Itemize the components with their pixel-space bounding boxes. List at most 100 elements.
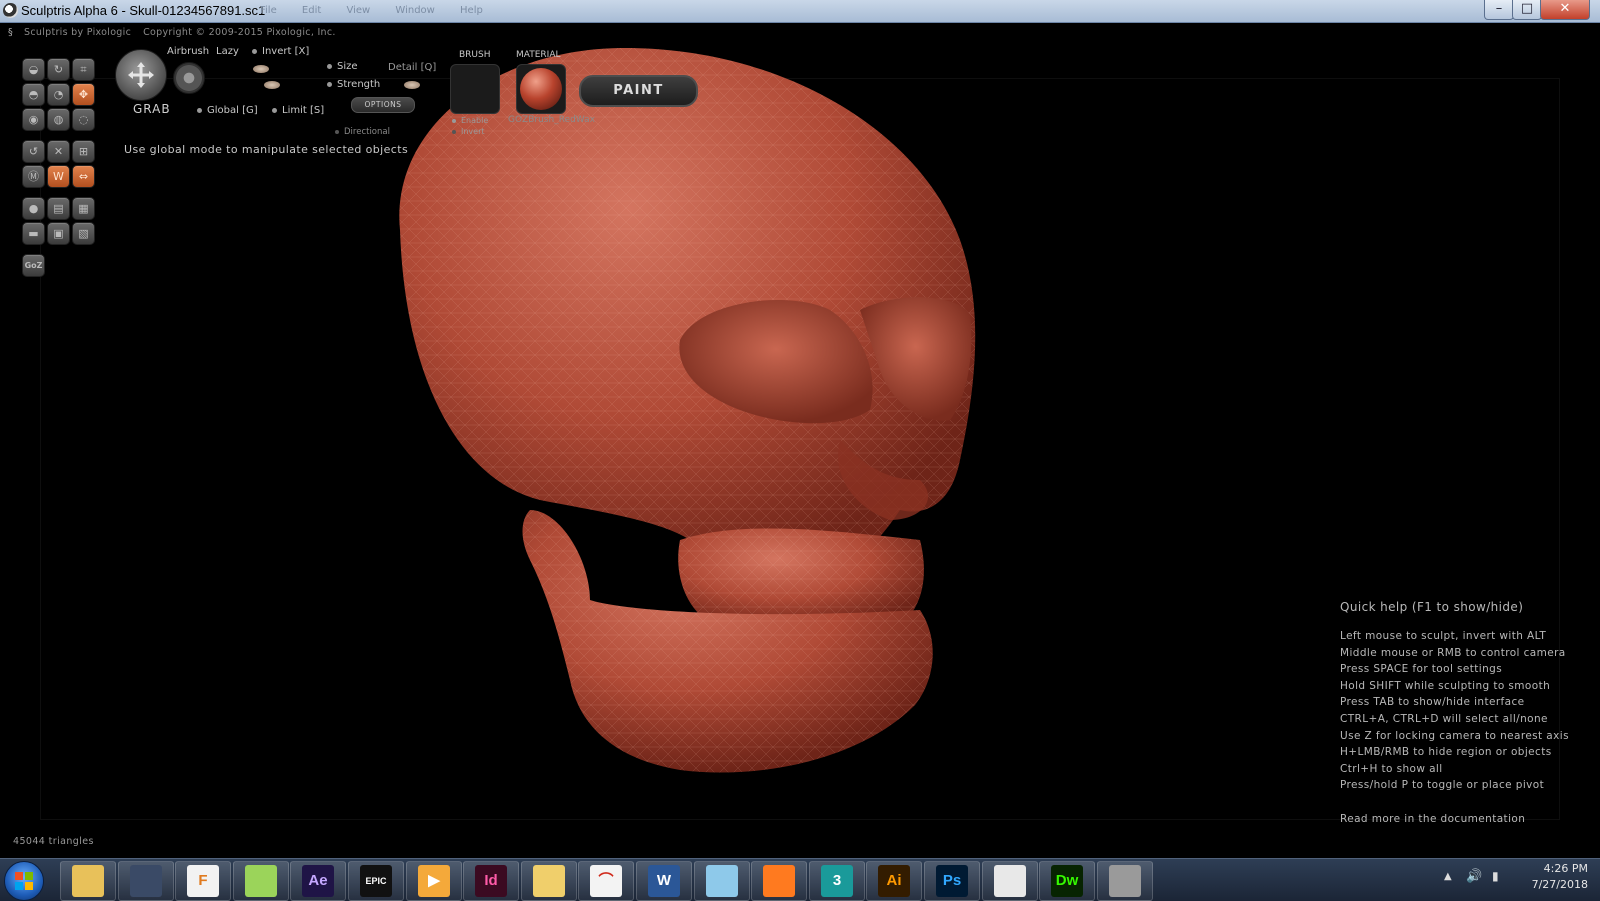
mirror-tool-button[interactable]: W bbox=[47, 165, 70, 188]
taskbar-app-button[interactable]: Dw bbox=[1039, 861, 1095, 901]
draw-tool-button[interactable]: ◒ bbox=[22, 58, 45, 81]
menu-file[interactable]: File bbox=[260, 5, 277, 16]
sphere-tool-button[interactable]: ● bbox=[22, 197, 45, 220]
taskbar-app-button[interactable]: W bbox=[636, 861, 692, 901]
taskbar-app-button[interactable]: Ps bbox=[924, 861, 980, 901]
lazy-dial[interactable] bbox=[173, 62, 205, 94]
material-name: GOZBrush_RedWax bbox=[508, 115, 595, 125]
taskbar-app-button[interactable]: Ae bbox=[290, 861, 346, 901]
menu-edit[interactable]: Edit bbox=[302, 5, 321, 16]
taskbar-clock[interactable]: 4:26 PM 7/27/2018 bbox=[1508, 861, 1588, 893]
quick-help-line: CTRL+A, CTRL+D will select all/none bbox=[1340, 712, 1548, 725]
ps-icon: Ps bbox=[936, 865, 968, 897]
sculptris-app-icon[interactable] bbox=[3, 3, 18, 18]
save-tool-button[interactable]: ▤ bbox=[47, 197, 70, 220]
taskbar-app-button[interactable]: ▶ bbox=[406, 861, 462, 901]
minimize-button[interactable]: – bbox=[1484, 0, 1514, 20]
mask-tool-button[interactable]: Ⓜ bbox=[22, 165, 45, 188]
wireframe-tool-button[interactable]: ✕ bbox=[47, 140, 70, 163]
brush-alpha-swatch[interactable] bbox=[450, 64, 500, 114]
invert-radio-icon bbox=[252, 48, 257, 54]
taskbar-app-button[interactable] bbox=[1097, 861, 1153, 901]
taskbar-app-button[interactable]: F bbox=[175, 861, 231, 901]
quick-help-line: Middle mouse or RMB to control camera bbox=[1340, 646, 1566, 659]
goz-button[interactable]: GoZ bbox=[22, 254, 45, 277]
detail-slider-knob[interactable] bbox=[404, 81, 420, 89]
flatten-tool-button[interactable]: ◉ bbox=[22, 108, 45, 131]
quick-help-line: Press SPACE for tool settings bbox=[1340, 663, 1503, 676]
documentation-link[interactable]: Read more in the documentation bbox=[1340, 813, 1590, 825]
window-title: Sculptris Alpha 6 - Skull-01234567891.sc… bbox=[21, 3, 266, 18]
brush-enable-toggle[interactable]: Enable bbox=[452, 116, 488, 125]
airbrush-label[interactable]: Airbrush bbox=[167, 46, 209, 57]
menu-help[interactable]: Help bbox=[460, 5, 483, 16]
global-toggle[interactable]: Global [G] bbox=[197, 105, 258, 116]
export-tool-button[interactable]: ▧ bbox=[72, 222, 95, 245]
epic-icon: EPIC bbox=[360, 865, 392, 897]
taskbar-app-button[interactable] bbox=[694, 861, 750, 901]
paint-button[interactable]: PAINT bbox=[579, 75, 698, 107]
taskbar-app-button[interactable] bbox=[60, 861, 116, 901]
brush-invert-toggle[interactable]: Invert bbox=[452, 127, 485, 136]
close-button[interactable]: ✕ bbox=[1540, 0, 1590, 20]
maximize-button[interactable]: □ bbox=[1512, 0, 1542, 20]
pixologic-logo-icon: § bbox=[8, 27, 14, 38]
f-icon: F bbox=[187, 865, 219, 897]
tray-expand-icon[interactable]: ▲ bbox=[1444, 871, 1452, 882]
crease-tool-button[interactable]: ◍ bbox=[47, 108, 70, 131]
chrome-icon bbox=[994, 865, 1026, 897]
smooth-tool-button[interactable]: ◌ bbox=[72, 108, 95, 131]
inflate-tool-button[interactable]: ◓ bbox=[22, 83, 45, 106]
taskbar-app-button[interactable]: 3 bbox=[809, 861, 865, 901]
quick-help-line: Press/hold P to toggle or place pivot bbox=[1340, 779, 1545, 792]
taskbar-app-button[interactable]: EPIC bbox=[348, 861, 404, 901]
network-icon[interactable]: ▮ bbox=[1492, 869, 1499, 883]
quick-help-line: Left mouse to sculpt, invert with ALT bbox=[1340, 630, 1547, 642]
taskbar-app-button[interactable] bbox=[982, 861, 1038, 901]
taskbar-app-button[interactable]: ⌒ bbox=[578, 861, 634, 901]
grab-tool-icon[interactable] bbox=[115, 49, 167, 101]
quick-help-line: Ctrl+H to show all bbox=[1340, 762, 1443, 775]
symmetry-tool-button[interactable]: ↺ bbox=[22, 140, 45, 163]
detail-label[interactable]: Detail [Q] bbox=[388, 62, 436, 73]
quick-help-title: Quick help (F1 to show/hide) bbox=[1340, 600, 1524, 614]
app-header: § Sculptris by Pixologic Copyright © 2009-… bbox=[8, 27, 336, 39]
size-slider-knob[interactable] bbox=[253, 65, 269, 73]
volume-icon[interactable]: 🔊 bbox=[1466, 869, 1482, 884]
plane-tool-button[interactable]: ▬ bbox=[22, 222, 45, 245]
taskbar-app-button[interactable] bbox=[751, 861, 807, 901]
global-radio-icon bbox=[197, 107, 202, 113]
reduce-tool-button[interactable]: ⇔ bbox=[72, 165, 95, 188]
taskbar-app-button[interactable]: Ai bbox=[866, 861, 922, 901]
strength-slider-knob[interactable] bbox=[264, 81, 280, 89]
photos-icon bbox=[706, 865, 738, 897]
pinch-tool-button[interactable]: ◔ bbox=[47, 83, 70, 106]
grid-tool-button[interactable]: ⊞ bbox=[72, 140, 95, 163]
taskbar-app-button[interactable]: Id bbox=[463, 861, 519, 901]
grab-tool-button[interactable]: ✥ bbox=[72, 83, 95, 106]
skull-sculpt-mesh[interactable] bbox=[360, 40, 1000, 780]
menu-view[interactable]: View bbox=[346, 5, 370, 16]
directional-toggle[interactable]: Directional bbox=[335, 127, 390, 137]
limit-toggle[interactable]: Limit [S] bbox=[272, 105, 324, 116]
open-tool-button[interactable]: ▣ bbox=[47, 222, 70, 245]
size-radio-icon bbox=[327, 63, 332, 69]
scale-tool-button[interactable]: ⌗ bbox=[72, 58, 95, 81]
cube-icon bbox=[130, 865, 162, 897]
taskbar-app-button[interactable] bbox=[233, 861, 289, 901]
rotate-tool-button[interactable]: ↻ bbox=[47, 58, 70, 81]
invert-toggle[interactable]: Invert [X] bbox=[252, 46, 309, 57]
taskbar-app-button[interactable] bbox=[118, 861, 174, 901]
menu-window[interactable]: Window bbox=[395, 5, 434, 16]
lazy-label[interactable]: Lazy bbox=[216, 46, 239, 57]
active-tool-label: GRAB bbox=[133, 102, 171, 116]
firefox-icon bbox=[763, 865, 795, 897]
material-swatch[interactable] bbox=[516, 64, 566, 114]
import-obj-button[interactable]: ▦ bbox=[72, 197, 95, 220]
word-icon: W bbox=[648, 865, 680, 897]
start-button[interactable] bbox=[4, 861, 44, 901]
taskbar-app-button[interactable] bbox=[521, 861, 577, 901]
material-header: MATERIAL bbox=[516, 50, 561, 60]
material-ball-icon bbox=[520, 68, 562, 110]
options-button[interactable]: OPTIONS bbox=[351, 97, 415, 113]
